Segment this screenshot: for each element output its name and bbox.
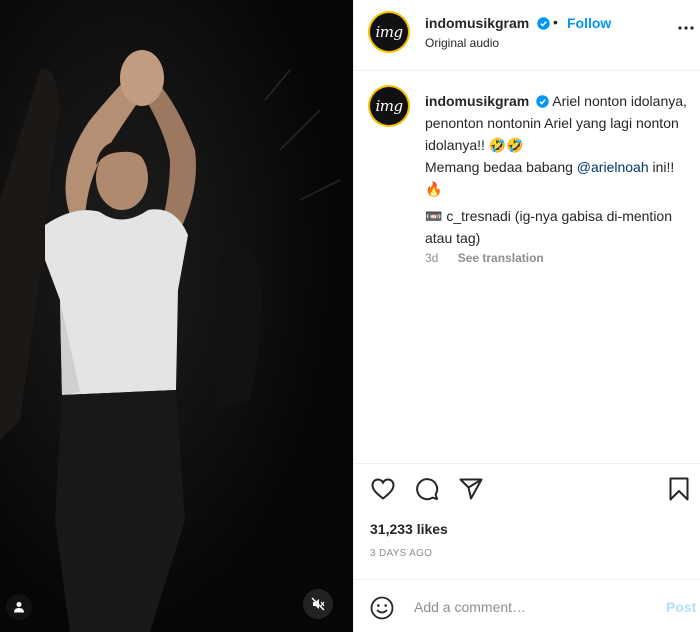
verified-badge-icon: [537, 17, 550, 30]
caption-username[interactable]: indomusikgram: [425, 93, 529, 109]
post-side-panel: img indomusikgram • Follow Original audi…: [353, 0, 700, 632]
caption-text: indomusikgram Ariel nonton idolanya, pen…: [425, 90, 687, 200]
like-button[interactable]: [370, 476, 396, 502]
credit-text: c_tresnadi (ig-nya gabisa di-mention ata…: [425, 208, 673, 246]
avatar-logo-text: img: [375, 23, 403, 41]
comment-icon: [416, 478, 439, 501]
likes-count[interactable]: 31,233 likes: [370, 521, 448, 537]
caption-body-2: Memang bedaa babang: [425, 159, 577, 175]
comment-bar: Add a comment… Post: [354, 579, 700, 633]
video-frame: [0, 0, 353, 632]
audio-link[interactable]: Original audio: [425, 36, 499, 50]
videocassette-icon: 📼: [425, 208, 443, 224]
bookmark-icon: [669, 477, 689, 501]
caption-credit: 📼 c_tresnadi (ig-nya gabisa di-mention a…: [425, 205, 687, 249]
share-button[interactable]: [458, 476, 484, 502]
header-username-row: indomusikgram: [425, 15, 550, 33]
comment-button[interactable]: [414, 476, 440, 502]
verified-badge-icon: [536, 95, 549, 108]
more-options-icon[interactable]: [676, 18, 696, 38]
mute-toggle-button[interactable]: [303, 589, 333, 619]
avatar-logo-text: img: [375, 97, 403, 115]
post-timestamp: 3 DAYS AGO: [370, 548, 433, 559]
heart-icon: [371, 478, 395, 500]
header-username[interactable]: indomusikgram: [425, 15, 529, 31]
post-viewer: img indomusikgram • Follow Original audi…: [0, 0, 700, 632]
actions-divider: [354, 463, 700, 464]
see-translation-link[interactable]: See translation: [458, 251, 544, 265]
follow-button[interactable]: Follow: [567, 15, 611, 31]
comment-input[interactable]: Add a comment…: [414, 599, 526, 615]
video-player[interactable]: [0, 0, 353, 632]
post-comment-button[interactable]: Post: [666, 599, 696, 615]
user-tags-button[interactable]: [6, 594, 32, 620]
post-header: img indomusikgram • Follow Original audi…: [354, 0, 700, 71]
header-separator: •: [553, 14, 558, 30]
share-icon: [459, 478, 483, 500]
mention-link[interactable]: @arielnoah: [577, 159, 649, 175]
caption-time: 3d: [425, 251, 439, 265]
save-button[interactable]: [666, 476, 692, 502]
smiley-icon[interactable]: [370, 596, 394, 620]
account-avatar[interactable]: img: [370, 13, 408, 51]
caption-meta: 3d See translation: [425, 251, 544, 265]
speaker-muted-icon: [311, 597, 325, 611]
person-icon: [14, 602, 24, 613]
caption-avatar[interactable]: img: [370, 87, 408, 125]
